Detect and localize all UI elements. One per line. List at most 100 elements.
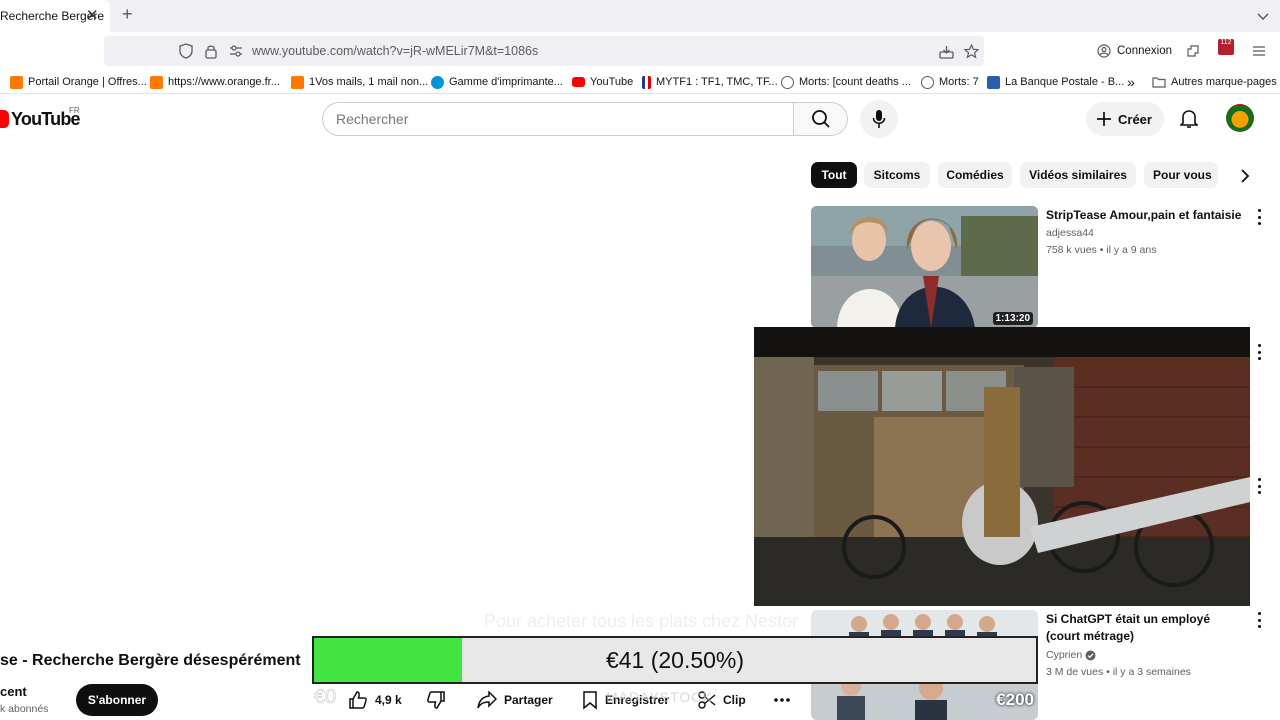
bookmarks-toolbar: Portail Orange | Offres... https://www.o… bbox=[0, 70, 1280, 94]
channel-label: Cyprien bbox=[1046, 649, 1083, 661]
chip-videos-similaires[interactable]: Vidéos similaires bbox=[1020, 162, 1136, 188]
other-bookmarks-folder[interactable]: Autres marque-pages bbox=[1152, 74, 1277, 90]
chip-label: Tout bbox=[821, 168, 847, 182]
voice-search-button[interactable] bbox=[860, 100, 898, 138]
tf1-favicon-icon bbox=[642, 75, 651, 89]
chevron-right-icon[interactable] bbox=[1236, 166, 1254, 186]
banque-postale-favicon-icon bbox=[987, 75, 1000, 89]
bookmark-label: Morts: [count deaths ... bbox=[799, 76, 911, 88]
tab-list-chevron-icon[interactable] bbox=[1256, 9, 1270, 23]
lock-icon[interactable] bbox=[201, 41, 221, 61]
navigation-bar: www.youtube.com/watch?v=jR-wMELir7M&t=10… bbox=[0, 32, 1280, 70]
video-duration: 1:13:20 bbox=[992, 312, 1033, 325]
save-bookmark-icon bbox=[583, 691, 597, 710]
video-stats: 3 M de vues • il y a 3 semaines bbox=[1046, 666, 1191, 678]
share-label: Partager bbox=[504, 693, 553, 707]
account-connexion-button[interactable]: Connexion bbox=[1090, 36, 1174, 66]
permissions-icon[interactable] bbox=[226, 41, 246, 61]
more-actions-icon[interactable] bbox=[1256, 612, 1262, 628]
chip-label: Sitcoms bbox=[873, 168, 921, 182]
url-bar[interactable]: www.youtube.com/watch?v=jR-wMELir7M&t=10… bbox=[104, 36, 984, 66]
overlay-watermark-text: MADAYSTOCK bbox=[606, 689, 713, 705]
bookmark-label: MYTF1 : TF1, TMC, TF... bbox=[656, 76, 778, 88]
chip-pour-vous[interactable]: Pour vous bbox=[1144, 162, 1218, 188]
subscriber-count: k abonnés bbox=[0, 703, 49, 715]
plus-icon bbox=[1097, 112, 1111, 126]
more-actions-icon[interactable] bbox=[1256, 478, 1262, 494]
more-actions-icon[interactable] bbox=[1256, 209, 1262, 225]
bookmark-item[interactable]: La Banque Postale - B... bbox=[987, 74, 1124, 90]
country-code: FR bbox=[69, 106, 80, 115]
mini-player[interactable] bbox=[754, 327, 1250, 606]
orange-favicon-icon bbox=[291, 75, 304, 89]
thumbnail-image bbox=[811, 206, 1038, 328]
like-count: 4,9 k bbox=[375, 693, 402, 707]
search-input[interactable] bbox=[336, 104, 776, 134]
tab-active[interactable]: Recherche Bergère ✕ bbox=[0, 0, 110, 32]
goal-start-amount: €0 bbox=[314, 686, 337, 709]
more-actions-icon[interactable] bbox=[1256, 344, 1262, 360]
microphone-icon bbox=[872, 110, 886, 128]
video-thumbnail[interactable]: 1:13:20 bbox=[811, 206, 1038, 328]
channel-name[interactable]: cent bbox=[0, 684, 27, 699]
account-icon bbox=[1097, 44, 1111, 58]
menu-hamburger-icon[interactable] bbox=[1249, 41, 1269, 61]
chip-label: Comédies bbox=[946, 168, 1004, 182]
notifications-button[interactable] bbox=[1176, 106, 1202, 132]
create-label: Créer bbox=[1118, 111, 1152, 127]
bookmark-label: https://www.orange.fr... bbox=[168, 76, 280, 88]
youtube-logo-play-icon bbox=[0, 110, 9, 128]
new-tab-icon[interactable]: + bbox=[122, 4, 133, 25]
more-horizontal-icon bbox=[774, 698, 790, 702]
bookmark-item[interactable]: MYTF1 : TF1, TMC, TF... bbox=[642, 74, 778, 90]
video-channel[interactable]: Cyprien bbox=[1046, 648, 1096, 662]
chip-tout[interactable]: Tout bbox=[811, 162, 857, 188]
dislike-button[interactable] bbox=[426, 686, 446, 714]
youtube-logo[interactable]: YouTube bbox=[0, 108, 81, 130]
video-title[interactable]: Si ChatGPT était un employé (court métra… bbox=[1046, 611, 1246, 645]
clip-label: Clip bbox=[723, 693, 746, 707]
video-stats: 758 k vues • il y a 9 ans bbox=[1046, 244, 1157, 256]
avatar[interactable] bbox=[1226, 104, 1254, 132]
url-text[interactable]: www.youtube.com/watch?v=jR-wMELir7M&t=10… bbox=[252, 44, 538, 58]
subscribe-button[interactable]: S'abonner bbox=[76, 684, 158, 716]
connexion-label: Connexion bbox=[1117, 45, 1172, 57]
extension-counter-badge[interactable]: 112 bbox=[1218, 39, 1234, 55]
goal-end-amount: €200 bbox=[996, 690, 1034, 709]
chip-label: Pour vous bbox=[1153, 168, 1212, 182]
search-button[interactable] bbox=[793, 102, 848, 136]
share-icon bbox=[477, 691, 497, 709]
donation-goal-bar: €41 (20.50%) bbox=[312, 636, 1038, 684]
create-button[interactable]: Créer bbox=[1086, 102, 1164, 136]
folder-icon bbox=[1152, 77, 1166, 88]
download-icon[interactable] bbox=[936, 41, 956, 61]
bookmark-item[interactable]: Gamme d'imprimante... bbox=[431, 74, 563, 90]
chip-label: Vidéos similaires bbox=[1029, 168, 1127, 182]
chip-comedies[interactable]: Comédies bbox=[938, 162, 1012, 188]
verified-badge-icon bbox=[1085, 650, 1096, 660]
other-bookmarks-label: Autres marque-pages bbox=[1171, 76, 1277, 88]
tracking-shield-icon[interactable] bbox=[176, 41, 196, 61]
tab-bar: Recherche Bergère ✕ + bbox=[0, 0, 1280, 32]
bookmark-item[interactable]: YouTube bbox=[572, 74, 633, 90]
like-button[interactable]: 4,9 k bbox=[348, 686, 402, 714]
more-video-actions-button[interactable] bbox=[774, 686, 790, 714]
thumbs-up-icon bbox=[349, 691, 367, 709]
bookmark-item[interactable]: https://www.orange.fr... bbox=[150, 74, 280, 90]
bookmark-star-icon[interactable] bbox=[961, 41, 981, 61]
bookmark-item[interactable]: Morts: 7 bbox=[921, 74, 979, 90]
bookmark-label: La Banque Postale - B... bbox=[1005, 76, 1125, 88]
chip-sitcoms[interactable]: Sitcoms bbox=[864, 162, 930, 188]
tab-close-icon[interactable]: ✕ bbox=[86, 6, 99, 24]
bookmarks-overflow-chevron-icon[interactable]: » bbox=[1127, 74, 1135, 90]
thumbs-down-icon bbox=[427, 691, 445, 709]
share-button[interactable]: Partager bbox=[477, 686, 553, 714]
extensions-icon[interactable] bbox=[1183, 41, 1203, 61]
video-channel[interactable]: adjessa44 bbox=[1046, 226, 1094, 240]
video-frame bbox=[754, 327, 1250, 606]
bookmark-label: Morts: 7 bbox=[939, 76, 979, 88]
bookmark-item[interactable]: Portail Orange | Offres... bbox=[10, 74, 147, 90]
bookmark-item[interactable]: 1Vos mails, 1 mail non... bbox=[291, 74, 428, 90]
video-title[interactable]: StripTease Amour,pain et fantaisie bbox=[1046, 207, 1246, 224]
bookmark-item[interactable]: Morts: [count deaths ... bbox=[781, 74, 911, 90]
